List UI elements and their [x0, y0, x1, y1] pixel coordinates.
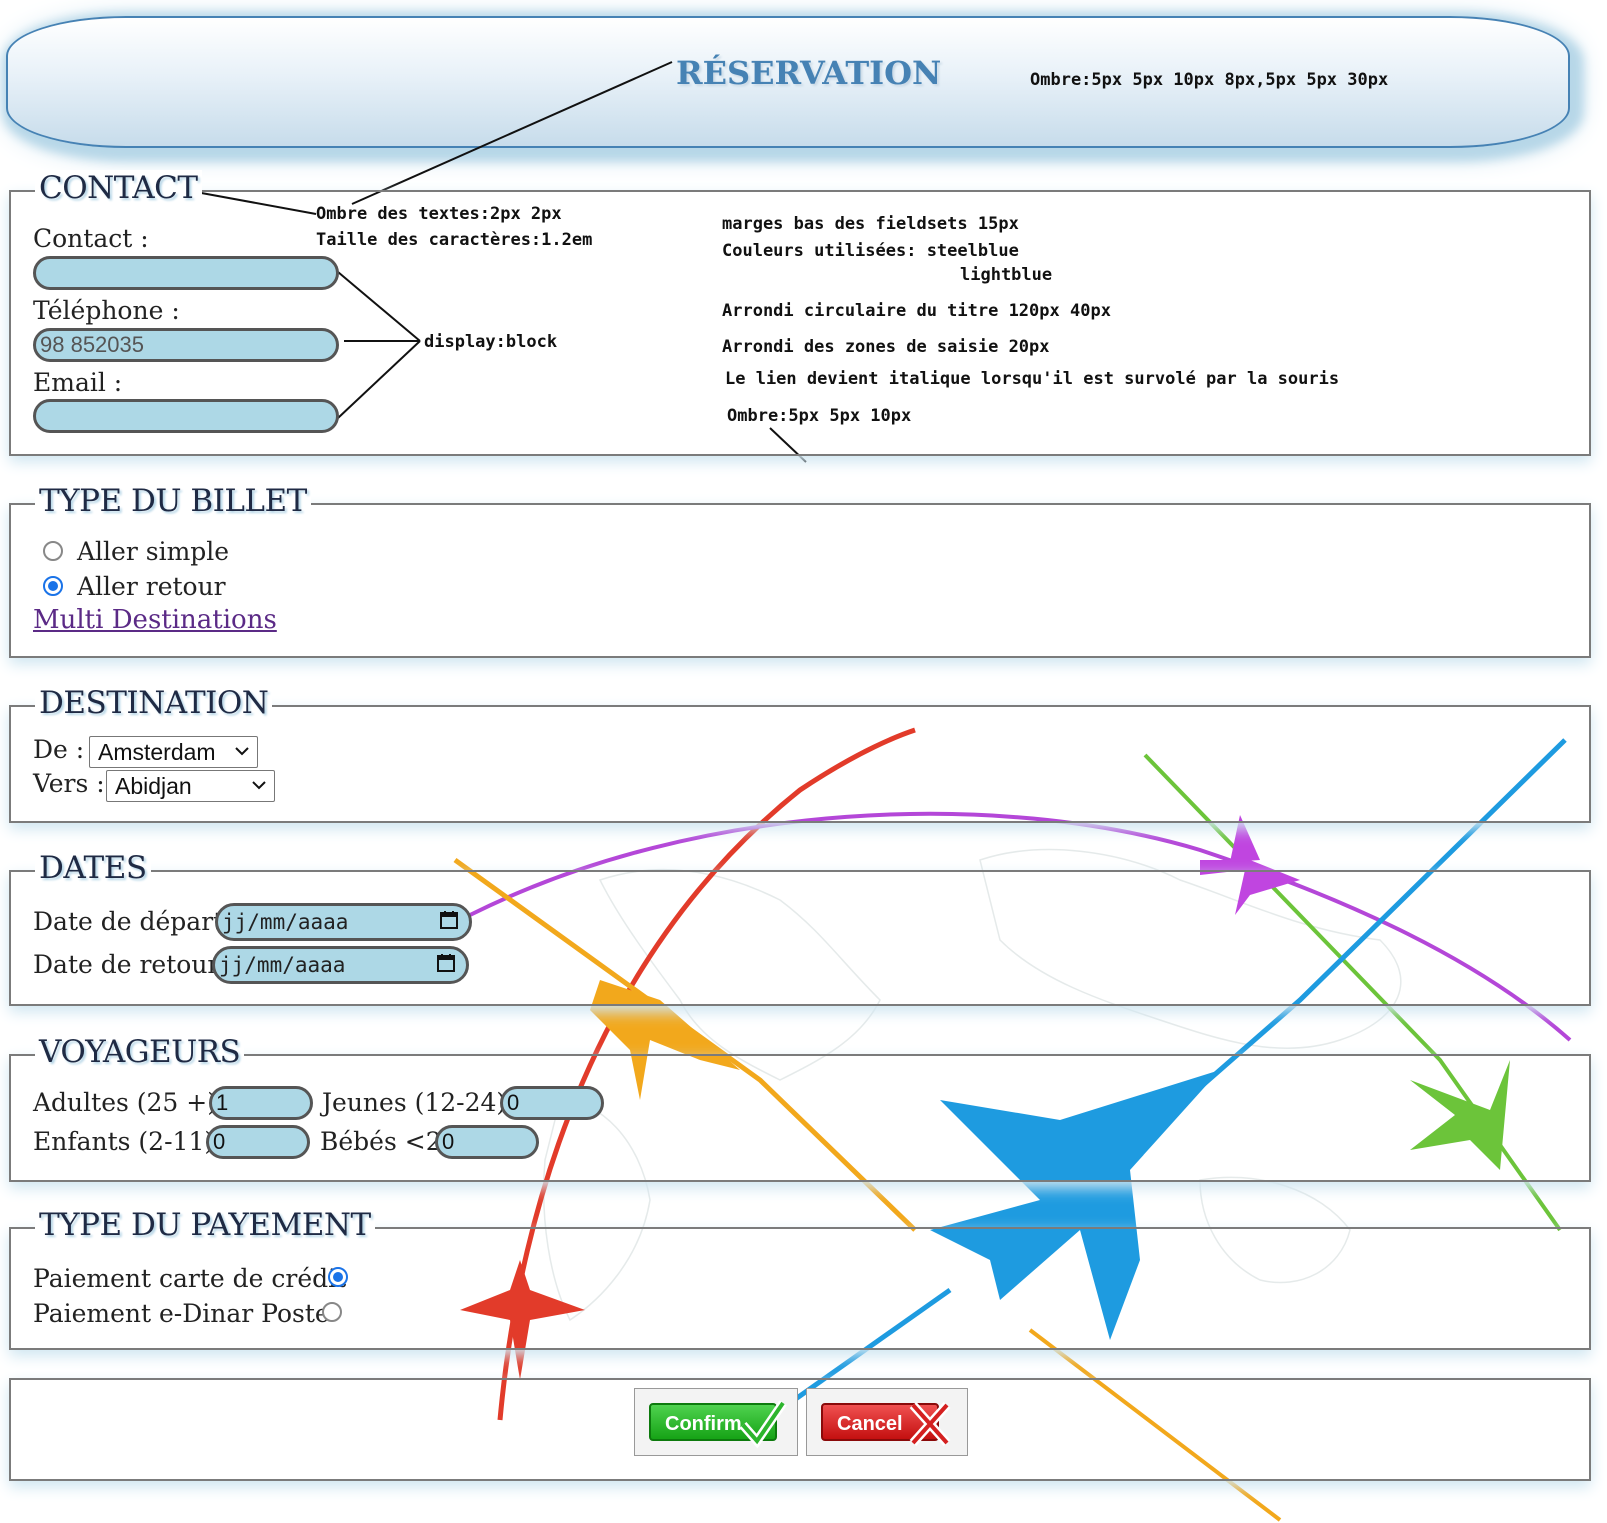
to-label: Vers :	[33, 769, 105, 798]
multi-destinations-link[interactable]: Multi Destinations	[33, 605, 277, 635]
chevron-down-icon	[235, 747, 249, 756]
adults-label: Adultes (25 +)	[33, 1088, 217, 1117]
email-input[interactable]	[33, 399, 339, 433]
dates-legend: DATES	[35, 850, 151, 886]
cancel-button-label: Cancel	[837, 1413, 903, 1435]
confirm-button-face: Confirm	[649, 1400, 787, 1449]
note-title-radius: Arrondi circulaire du titre 120px 40px	[722, 301, 1111, 321]
actions-fieldset	[9, 1378, 1591, 1481]
note-colors-lightblue: lightblue	[960, 265, 1053, 285]
note-input-radius: Arrondi des zones de saisie 20px	[722, 337, 1050, 357]
note-shadow-small: Ombre:5px 5px 10px	[727, 406, 912, 426]
youth-input[interactable]: 0	[500, 1086, 604, 1120]
note-link-hover: Le lien devient italique lorsqu'il est s…	[725, 369, 1340, 389]
departure-date-value: jj/mm/aaaa	[222, 910, 349, 934]
babies-label: Bébés <2	[320, 1127, 442, 1156]
youth-label: Jeunes (12-24)	[322, 1088, 507, 1117]
departure-date-label: Date de départ:	[33, 907, 232, 936]
payment-legend: TYPE DU PAYEMENT	[35, 1207, 375, 1243]
contact-legend: CONTACT	[35, 170, 202, 206]
note-colors: Couleurs utilisées: steelblue	[722, 241, 1019, 261]
calendar-icon[interactable]	[436, 953, 456, 973]
checkmark-icon	[739, 1400, 787, 1449]
edinar-payment-radio[interactable]	[322, 1302, 342, 1322]
babies-input[interactable]: 0	[435, 1125, 539, 1159]
confirm-button[interactable]: Confirm	[634, 1388, 798, 1456]
confirm-button-label: Confirm	[665, 1413, 742, 1435]
adults-input[interactable]: 1	[209, 1086, 313, 1120]
chevron-down-icon	[252, 781, 266, 790]
travelers-legend: VOYAGEURS	[35, 1034, 245, 1070]
close-icon	[909, 1401, 951, 1447]
from-select-value: Amsterdam	[98, 739, 216, 765]
card-payment-label: Paiement carte de crédit	[33, 1264, 347, 1293]
contact-input[interactable]	[33, 256, 339, 290]
note-font-size: Taille des caractères:1.2em	[316, 230, 593, 250]
round-trip-radio[interactable]	[43, 576, 63, 596]
calendar-icon[interactable]	[439, 910, 459, 930]
return-date-label: Date de retour:	[33, 950, 228, 979]
contact-label: Contact :	[33, 224, 149, 253]
return-date-value: jj/mm/aaaa	[219, 953, 346, 977]
round-trip-label: Aller retour	[77, 572, 226, 601]
destination-legend: DESTINATION	[35, 685, 273, 721]
one-way-radio[interactable]	[43, 541, 63, 561]
cancel-button-face: Cancel	[821, 1401, 951, 1447]
children-label: Enfants (2-11)	[33, 1127, 215, 1156]
from-select[interactable]: Amsterdam	[89, 736, 258, 768]
phone-label: Téléphone :	[33, 296, 180, 325]
card-payment-radio[interactable]	[328, 1267, 348, 1287]
children-input[interactable]: 0	[206, 1125, 310, 1159]
return-date-input[interactable]: jj/mm/aaaa	[212, 946, 469, 984]
note-fieldset-margin: marges bas des fieldsets 15px	[722, 214, 1019, 234]
email-label: Email :	[33, 368, 123, 397]
cancel-button[interactable]: Cancel	[806, 1388, 968, 1456]
to-select-value: Abidjan	[115, 773, 192, 799]
departure-date-input[interactable]: jj/mm/aaaa	[215, 903, 472, 941]
note-display-block: display:block	[424, 332, 558, 352]
edinar-payment-label: Paiement e-Dinar Poste	[33, 1299, 330, 1328]
one-way-label: Aller simple	[77, 537, 230, 566]
from-label: De :	[33, 735, 85, 764]
phone-input[interactable]: 98 852035	[33, 328, 339, 362]
to-select[interactable]: Abidjan	[106, 770, 275, 802]
note-text-shadow: Ombre des textes:2px 2px	[316, 204, 562, 224]
ticket-type-legend: TYPE DU BILLET	[35, 483, 311, 519]
